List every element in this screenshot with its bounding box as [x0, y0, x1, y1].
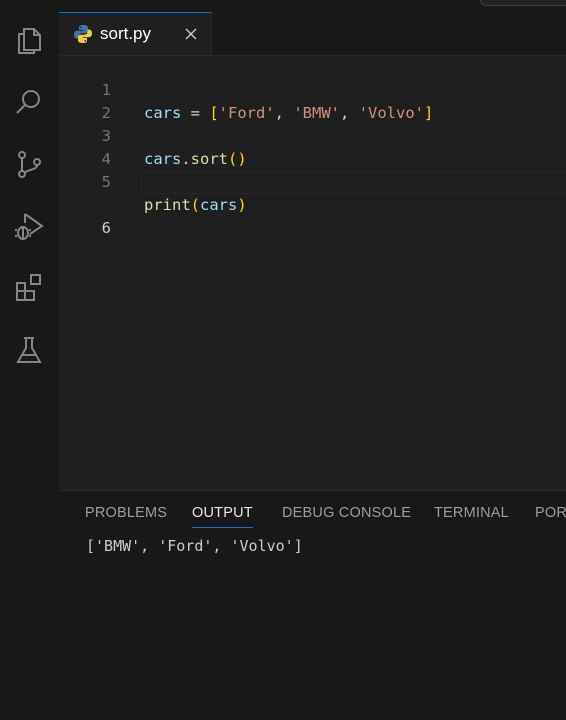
run-debug-icon[interactable] — [12, 209, 46, 243]
bottom-panel: PROBLEMS OUTPUT DEBUG CONSOLE TERMINAL P… — [59, 490, 566, 720]
code-line: 5 print(cars) — [59, 148, 566, 214]
tab-output[interactable]: OUTPUT — [192, 505, 253, 528]
source-control-icon[interactable] — [12, 147, 46, 181]
tab-sort-py[interactable]: sort.py — [59, 12, 212, 55]
panel-tab-bar: PROBLEMS OUTPUT DEBUG CONSOLE TERMINAL P… — [59, 491, 566, 535]
python-file-icon — [74, 25, 92, 43]
line-number: 6 — [101, 219, 111, 237]
tab-terminal[interactable]: TERMINAL — [434, 505, 509, 521]
code-line: 2 — [59, 79, 566, 122]
activity-bar — [0, 0, 60, 720]
code-content: print(cars) — [144, 196, 247, 214]
code-line: 4 — [59, 125, 566, 168]
command-center[interactable] — [480, 0, 566, 6]
code-line-current: 6 — [59, 171, 566, 237]
vscode-window: sort.py 1 cars = ['Ford', 'BMW', 'Volvo'… — [0, 0, 566, 720]
tab-debug-console[interactable]: DEBUG CONSOLE — [282, 505, 411, 521]
extensions-icon[interactable] — [12, 271, 46, 305]
title-bar — [59, 0, 566, 12]
code-line: 3 cars.sort() — [59, 102, 566, 168]
output-text: ['BMW', 'Ford', 'Volvo'] — [86, 537, 303, 555]
tab-ports[interactable]: PORTS — [535, 505, 566, 521]
explorer-icon[interactable] — [12, 24, 46, 58]
search-icon[interactable] — [12, 85, 46, 119]
testing-icon[interactable] — [12, 333, 46, 367]
editor-tab-bar: sort.py — [59, 12, 566, 56]
current-line-highlight — [141, 171, 566, 194]
tab-label: sort.py — [100, 24, 152, 43]
code-editor[interactable]: 1 cars = ['Ford', 'BMW', 'Volvo'] 2 3 ca… — [59, 56, 566, 490]
tab-problems[interactable]: PROBLEMS — [85, 505, 167, 521]
close-icon[interactable] — [183, 26, 199, 42]
code-line: 1 cars = ['Ford', 'BMW', 'Volvo'] — [59, 56, 566, 122]
